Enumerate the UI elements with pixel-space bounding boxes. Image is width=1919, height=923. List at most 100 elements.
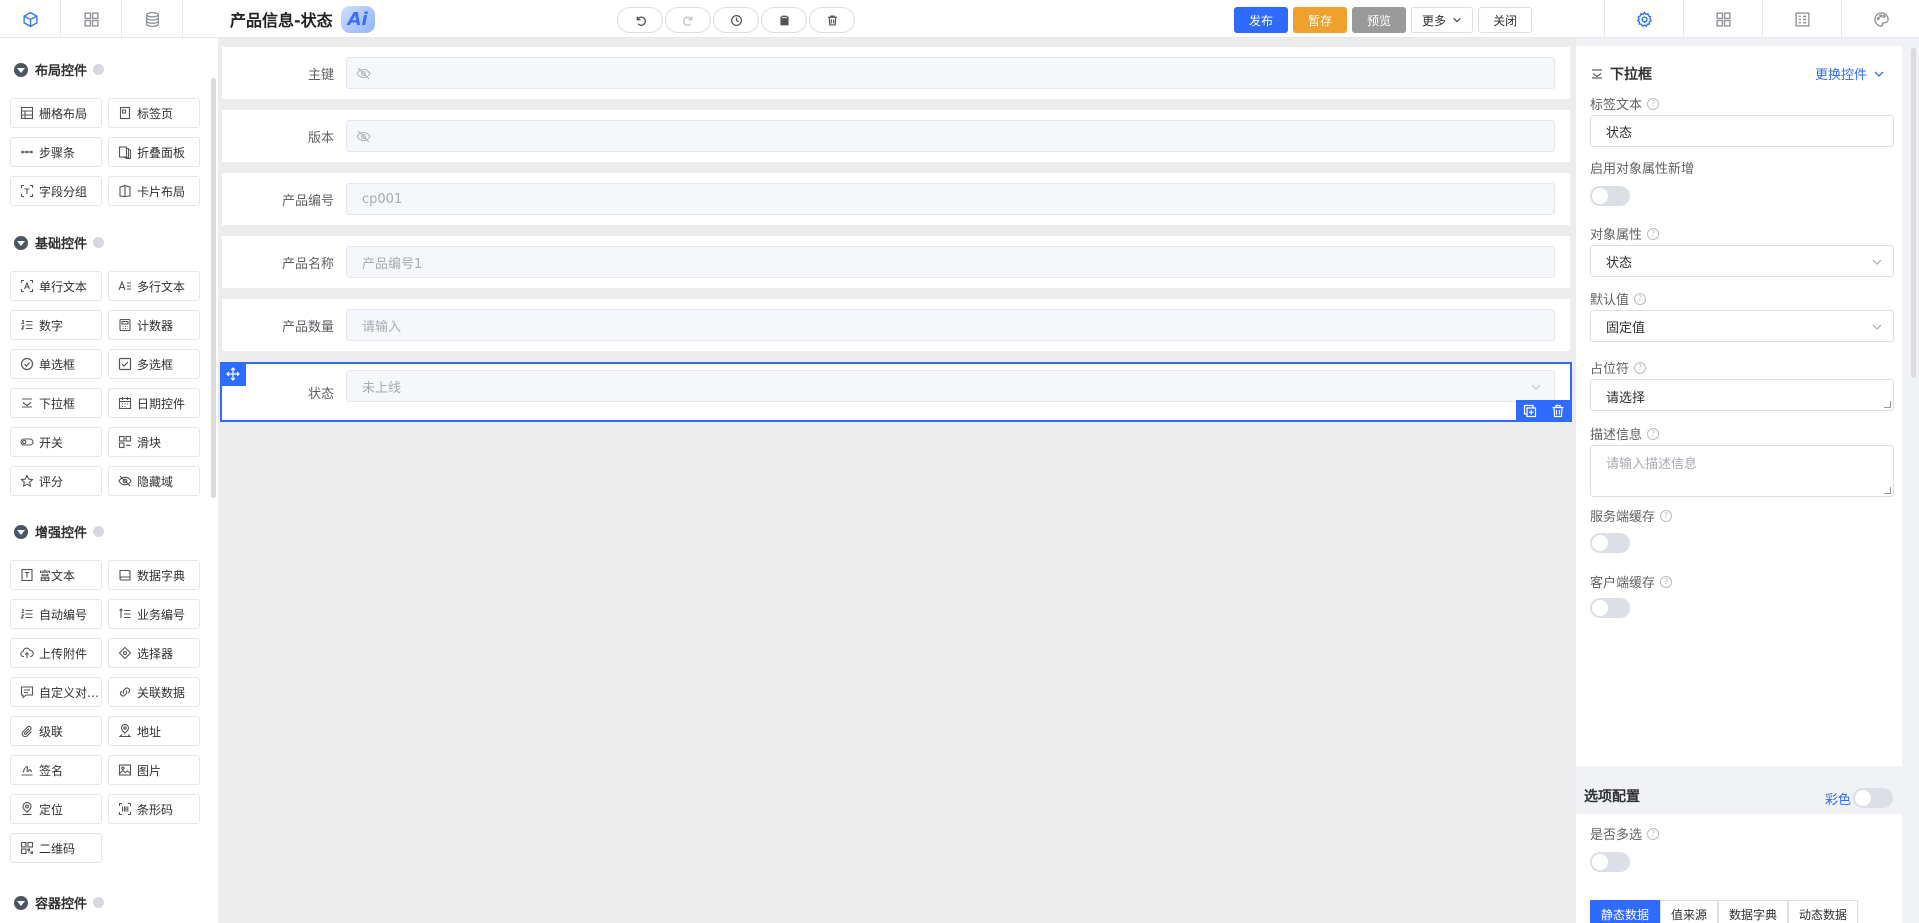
product-quantity-field[interactable]: 请输入 — [346, 309, 1555, 341]
section-enhanced[interactable]: 增强控件 — [14, 522, 105, 541]
preview-button[interactable]: 预览 — [1352, 7, 1407, 33]
widget-radio[interactable]: 单选框 — [10, 349, 102, 379]
widget-checkbox[interactable]: 多选框 — [108, 349, 200, 379]
widget-barcode[interactable]: 条形码 — [108, 794, 200, 824]
section-container[interactable]: 容器控件 — [14, 893, 105, 912]
publish-button[interactable]: 发布 — [1234, 7, 1289, 33]
undo-button[interactable] — [617, 7, 663, 33]
tab-dynamic-data[interactable]: 动态数据 — [1788, 900, 1859, 923]
product-code-field[interactable]: cp001 — [346, 183, 1555, 215]
tab-form-layout[interactable] — [1683, 0, 1762, 38]
widget-field-group[interactable]: 字段分组 — [10, 176, 102, 206]
properties-scrollbar[interactable] — [1911, 48, 1916, 378]
replace-control-button[interactable]: 更换控件 — [1815, 64, 1885, 83]
widget-date[interactable]: 日期控件 — [108, 388, 200, 418]
form-row-primary-key[interactable]: 主键 — [222, 47, 1570, 99]
widget-hidden-field[interactable]: 隐藏域 — [108, 466, 200, 496]
trash-icon[interactable] — [1551, 404, 1565, 418]
widget-label: 多选框 — [137, 357, 174, 372]
widget-address[interactable]: 地址 — [108, 716, 200, 746]
tab-templates[interactable] — [61, 0, 122, 38]
primary-key-field[interactable] — [346, 57, 1555, 89]
tab-data-dictionary[interactable]: 数据字典 — [1718, 900, 1789, 923]
default-value-select[interactable]: 固定值 — [1590, 310, 1894, 342]
switch-icon — [20, 438, 34, 446]
version-field[interactable] — [346, 120, 1555, 152]
ai-assistant-button[interactable]: Ai — [340, 5, 375, 33]
widget-grid-layout[interactable]: 栅格布局 — [10, 98, 102, 128]
form-row-version[interactable]: 版本 — [222, 110, 1570, 162]
tab-control-settings[interactable] — [1604, 0, 1683, 38]
widget-collapse[interactable]: 折叠面板 — [108, 137, 200, 167]
multi-select-toggle[interactable] — [1590, 852, 1630, 872]
tab-form-settings[interactable] — [1762, 0, 1841, 38]
field-label: 产品编号 — [281, 193, 334, 209]
widget-related-data[interactable]: 关联数据 — [108, 677, 200, 707]
widget-counter[interactable]: 计数器 — [108, 310, 200, 340]
resize-grip-icon[interactable] — [1884, 487, 1891, 494]
redo-button[interactable] — [665, 7, 711, 33]
label-text-input[interactable]: 状态 — [1590, 115, 1894, 147]
color-toggle[interactable] — [1853, 788, 1894, 808]
widget-label: 评分 — [39, 474, 64, 489]
widget-card-layout[interactable]: 卡片布局 — [108, 176, 200, 206]
status-select-field[interactable]: 未上线 — [346, 370, 1555, 402]
clear-button[interactable] — [809, 7, 855, 33]
close-button[interactable]: 关闭 — [1478, 7, 1533, 33]
tab-components[interactable] — [0, 0, 61, 38]
widget-rich-text[interactable]: 富文本 — [10, 560, 102, 590]
palette-scrollbar[interactable] — [211, 78, 216, 498]
section-container-title: 容器控件 — [35, 897, 88, 912]
widget-custom-object[interactable]: 自定义对… — [10, 677, 102, 707]
copy-icon[interactable] — [1523, 404, 1537, 418]
tab-theme[interactable] — [1841, 0, 1919, 38]
widget-selector[interactable]: 选择器 — [108, 638, 200, 668]
widget-select[interactable]: 下拉框 — [10, 388, 102, 418]
clipboard-button[interactable] — [761, 7, 807, 33]
description-textarea[interactable]: 请输入描述信息 — [1590, 445, 1894, 497]
client-cache-toggle[interactable] — [1590, 598, 1630, 618]
section-layout[interactable]: 布局控件 — [14, 60, 105, 79]
widget-tabs[interactable]: 标签页 — [108, 98, 200, 128]
form-row-product-quantity[interactable]: 产品数量 请输入 — [222, 299, 1570, 351]
form-row-status-selected[interactable]: 状态 未上线 — [220, 362, 1572, 422]
form-row-product-code[interactable]: 产品编号 cp001 — [222, 173, 1570, 225]
widget-rate[interactable]: 评分 — [10, 466, 102, 496]
chevron-down-icon — [1453, 17, 1461, 23]
widget-single-line-text[interactable]: 单行文本 — [10, 271, 102, 301]
widget-multi-line-text[interactable]: 多行文本 — [108, 271, 200, 301]
save-draft-button[interactable]: 暂存 — [1293, 7, 1348, 33]
object-attr-select[interactable]: 状态 — [1590, 245, 1894, 277]
widget-data-dictionary[interactable]: 数据字典 — [108, 560, 200, 590]
widget-qrcode[interactable]: 二维码 — [10, 833, 102, 863]
tab-data-source[interactable] — [122, 0, 183, 38]
select-icon — [1592, 69, 1602, 79]
more-button[interactable]: 更多 — [1411, 7, 1474, 33]
enable-object-attr-toggle[interactable] — [1590, 186, 1630, 206]
widget-cascade[interactable]: 级联 — [10, 716, 102, 746]
widget-slider[interactable]: 滑块 — [108, 427, 200, 457]
widget-label: 步骤条 — [39, 145, 76, 160]
tab-static-data[interactable]: 静态数据 — [1590, 900, 1661, 923]
tab-value-source[interactable]: 值来源 — [1660, 900, 1719, 923]
widget-steps[interactable]: 步骤条 — [10, 137, 102, 167]
widget-image[interactable]: 图片 — [108, 755, 200, 785]
star-icon — [20, 474, 34, 488]
widget-switch[interactable]: 开关 — [10, 427, 102, 457]
resize-grip-icon[interactable] — [1884, 401, 1891, 408]
history-button[interactable] — [713, 7, 759, 33]
widget-signature[interactable]: 签名 — [10, 755, 102, 785]
widget-auto-number[interactable]: 自动编号 — [10, 599, 102, 629]
product-name-field[interactable]: 产品编号1 — [346, 246, 1555, 278]
widget-location[interactable]: 定位 — [10, 794, 102, 824]
widget-business-number[interactable]: 业务编号 — [108, 599, 200, 629]
section-basic[interactable]: 基础控件 — [14, 233, 105, 252]
eye-off-icon — [356, 67, 371, 79]
placeholder-textarea[interactable]: 请选择 — [1590, 379, 1894, 411]
widget-upload[interactable]: 上传附件 — [10, 638, 102, 668]
option-source-tabs: 静态数据 值来源 数据字典 动态数据 — [1590, 900, 1859, 923]
enable-object-attr-label: 启用对象属性新增 — [1590, 162, 1695, 177]
form-row-product-name[interactable]: 产品名称 产品编号1 — [222, 236, 1570, 288]
server-cache-toggle[interactable] — [1590, 533, 1630, 553]
widget-number[interactable]: 数字 — [10, 310, 102, 340]
